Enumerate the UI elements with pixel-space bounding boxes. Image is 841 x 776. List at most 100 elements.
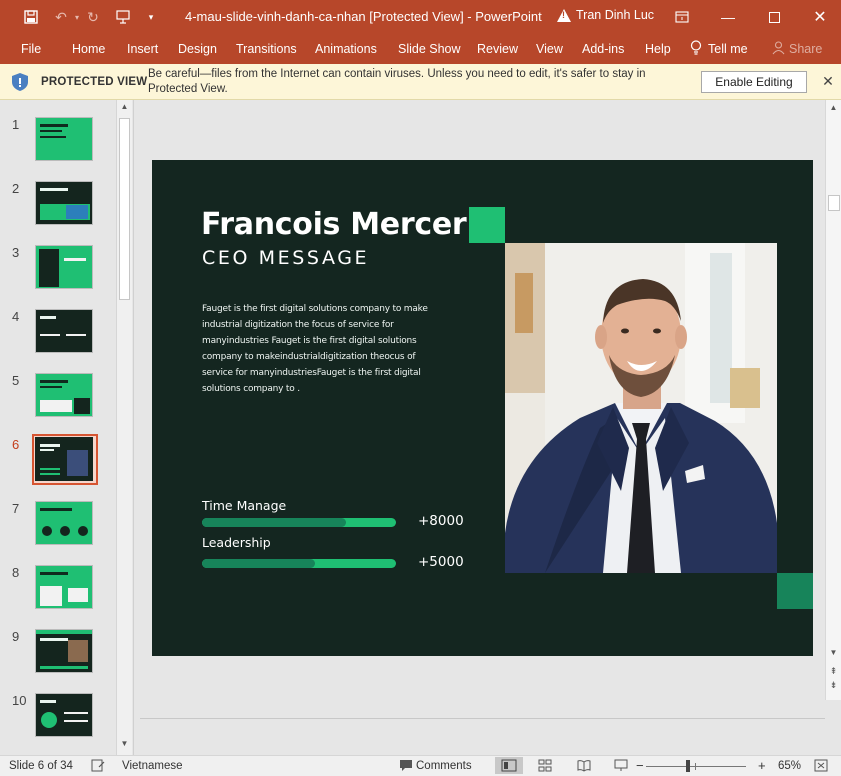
normal-view-icon[interactable] [495, 757, 523, 774]
slide-number: 2 [12, 181, 20, 196]
save-icon[interactable] [18, 0, 44, 34]
notes-check-icon[interactable] [91, 759, 105, 772]
slide-body-text: Fauget is the first digital solutions co… [202, 304, 428, 394]
fit-slide-icon[interactable] [814, 759, 828, 772]
redo-icon[interactable]: ↻ [80, 0, 106, 34]
scroll-down-icon[interactable]: ▼ [117, 739, 132, 753]
tab-slide-show[interactable]: Slide Show [398, 42, 461, 56]
tab-transitions[interactable]: Transitions [236, 42, 297, 56]
slide-number: 3 [12, 245, 20, 260]
slide-number: 6 [12, 437, 20, 452]
thumbnail-slide-5[interactable]: 5 [0, 373, 116, 425]
slide-number: 5 [12, 373, 20, 388]
scrollbar-thumb[interactable] [828, 195, 840, 211]
tab-view[interactable]: View [536, 42, 563, 56]
ribbon-tabs: File Home Insert Design Transitions Anim… [0, 34, 841, 64]
tab-help[interactable]: Help [645, 42, 671, 56]
comments-button[interactable]: Comments [416, 760, 472, 772]
accent-square [777, 573, 813, 609]
thumbnail-slide-2[interactable]: 2 [0, 181, 116, 233]
tab-insert[interactable]: Insert [127, 42, 158, 56]
slide-number: 1 [12, 117, 20, 132]
skill-bar-fill [202, 518, 346, 527]
start-from-beginning-icon[interactable] [110, 0, 136, 34]
zoom-level[interactable]: 65% [778, 760, 801, 772]
slide-thumbnail[interactable] [35, 693, 93, 737]
tab-design[interactable]: Design [178, 42, 217, 56]
slide-thumbnail[interactable] [35, 245, 93, 289]
zoom-slider-thumb[interactable] [686, 760, 690, 772]
slide-thumbnail-pane: 1 2 3 4 5 6 7 8 9 10 ▲ ▼ [0, 100, 134, 755]
skill-bar-fill [202, 559, 315, 568]
language-indicator[interactable]: Vietnamese [122, 760, 183, 772]
skill-label-leadership: Leadership [202, 535, 271, 550]
account-area[interactable]: Tran Dinh Luc [557, 8, 654, 22]
tell-me-search[interactable]: Tell me [708, 42, 748, 56]
ribbon-display-options-icon[interactable] [659, 0, 705, 34]
thumbnail-slide-9[interactable]: 9 [0, 629, 116, 681]
scroll-up-icon[interactable]: ▲ [826, 103, 841, 112]
next-slide-icon[interactable]: ⇟ [826, 680, 841, 691]
protected-view-bar: PROTECTED VIEW Be careful—files from the… [0, 64, 841, 100]
slide-canvas[interactable]: Francois Mercer CEO MESSAGE Fauget is th… [152, 160, 813, 656]
slide-number: 8 [12, 565, 20, 580]
status-bar: Slide 6 of 34 Vietnamese Comments − + 65… [0, 755, 841, 776]
customize-toolbar-icon[interactable]: ▾ [138, 0, 164, 34]
share-icon [772, 41, 785, 58]
thumbnail-slide-4[interactable]: 4 [0, 309, 116, 361]
slide-thumbnail[interactable] [35, 373, 93, 417]
reading-view-icon[interactable] [577, 759, 591, 772]
slide-thumbnail[interactable] [35, 117, 93, 161]
tab-animations[interactable]: Animations [315, 42, 377, 56]
title-bar: ↶ ▾ ↻ ▾ 4-mau-slide-vinh-danh-ca-nhan [P… [0, 0, 841, 34]
share-button[interactable]: Share [789, 42, 822, 56]
tab-home[interactable]: Home [72, 42, 105, 56]
slide-subtitle: CEO MESSAGE [202, 247, 370, 269]
skill-label-time-manage: Time Manage [202, 498, 287, 513]
slide-sorter-icon[interactable] [538, 759, 552, 772]
thumbnail-slide-6[interactable]: 6 [0, 434, 116, 489]
scrollbar-thumb[interactable] [119, 118, 130, 300]
thumbnail-slide-8[interactable]: 8 [0, 565, 116, 617]
zoom-slider[interactable] [646, 766, 746, 767]
tab-review[interactable]: Review [477, 42, 518, 56]
zoom-in-icon[interactable]: + [758, 758, 766, 773]
thumbnail-slide-3[interactable]: 3 [0, 245, 116, 297]
ceo-portrait-photo [505, 243, 777, 573]
protected-view-label: PROTECTED VIEW [41, 76, 148, 88]
skill-bar-time-manage [202, 518, 396, 527]
tab-file[interactable]: File [21, 42, 41, 56]
lightbulb-icon [690, 40, 702, 58]
thumbnail-slide-1[interactable]: 1 [0, 117, 116, 169]
thumbnail-slide-10[interactable]: 10 [0, 693, 116, 745]
tab-add-ins[interactable]: Add-ins [582, 42, 624, 56]
minimize-icon[interactable]: — [705, 0, 751, 34]
thumbnail-scrollbar[interactable]: ▲ ▼ [116, 100, 132, 755]
maximize-icon[interactable] [751, 0, 797, 34]
close-bar-icon[interactable]: ✕ [818, 71, 838, 91]
slide-counter: Slide 6 of 34 [9, 760, 73, 772]
slide-thumbnail[interactable] [35, 309, 93, 353]
previous-slide-icon[interactable]: ⇞ [826, 666, 841, 677]
skill-value-leadership: +5000 [418, 554, 464, 570]
slide-thumbnail[interactable] [35, 437, 93, 481]
comment-icon[interactable] [399, 759, 413, 772]
accent-square [469, 207, 505, 243]
zoom-out-icon[interactable]: − [636, 758, 644, 773]
thumbnail-slide-7[interactable]: 7 [0, 501, 116, 553]
shield-icon [11, 72, 29, 92]
slide-thumbnail[interactable] [35, 181, 93, 225]
enable-editing-button[interactable]: Enable Editing [701, 71, 807, 93]
skill-value-time-manage: +8000 [418, 513, 464, 529]
slide-thumbnail[interactable] [35, 629, 93, 673]
close-icon[interactable]: ✕ [797, 0, 841, 34]
notes-pane-divider[interactable] [140, 718, 825, 719]
scroll-up-icon[interactable]: ▲ [117, 102, 132, 116]
slide-thumbnail[interactable] [35, 565, 93, 609]
slide-scrollbar[interactable]: ▲ ▼ ⇞ ⇟ [825, 100, 841, 700]
slide-show-icon[interactable] [614, 759, 628, 772]
scroll-down-icon[interactable]: ▼ [826, 648, 841, 657]
slide-thumbnail[interactable] [35, 501, 93, 545]
user-name: Tran Dinh Luc [576, 8, 655, 22]
slide-number: 4 [12, 309, 20, 324]
